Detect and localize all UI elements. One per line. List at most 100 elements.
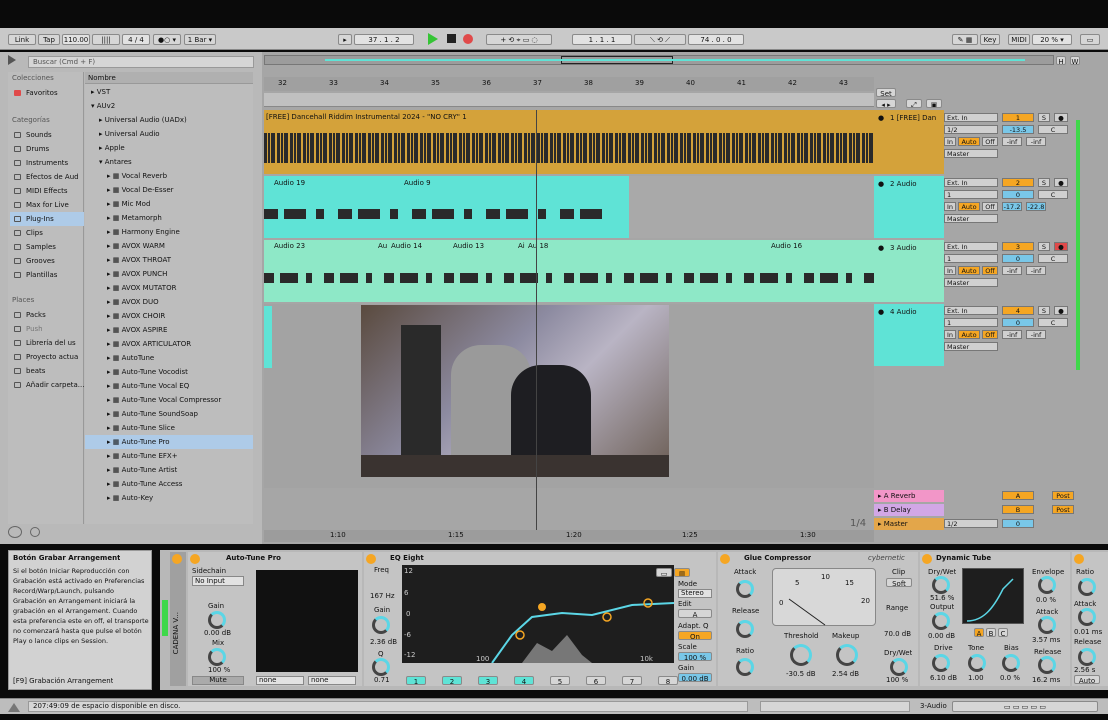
tree-item[interactable]: ▾ AUv2 [85, 99, 253, 113]
sidebar-item-max-for-live[interactable]: Max for Live [10, 198, 84, 212]
ratio-knob[interactable] [1078, 578, 1096, 596]
dry-wet-knob[interactable] [932, 576, 950, 594]
position-field[interactable]: 37 . 1 . 2 [354, 34, 414, 45]
input-type-select[interactable]: Ext. In [944, 113, 998, 122]
solo-button[interactable]: S [1038, 306, 1050, 315]
eq-display[interactable]: 12 6 0 -6 -12 100 1k 10k [402, 565, 674, 663]
ratio-knob[interactable] [736, 658, 754, 676]
eq-analyzer-toggle[interactable]: ▥ [674, 568, 690, 577]
sidebar-item-drums[interactable]: Drums [10, 142, 84, 156]
track-3-lane[interactable]: Audio 23 Au Audio 14 Audio 13 Ai Au 18 A… [264, 240, 874, 302]
post-button[interactable]: Post [1052, 505, 1074, 514]
audio-clip[interactable] [264, 306, 272, 368]
tap-button[interactable]: Tap [38, 34, 60, 45]
tree-item[interactable]: ▾ Antares [85, 155, 253, 169]
eq-display-toggle[interactable]: ▭ [656, 568, 672, 577]
sidebar-item-user-library[interactable]: Librería del us [10, 336, 84, 350]
pan-field[interactable]: C [1038, 190, 1068, 199]
plugin-item[interactable]: ▸ ▦ AVOX THROAT [85, 253, 253, 267]
sidebar-item-audio-effects[interactable]: Efectos de Aud [10, 170, 84, 184]
monitor-auto-button[interactable]: Auto [958, 202, 980, 211]
sidechain-input-select[interactable]: No Input [192, 576, 244, 586]
mode-select[interactable]: Stereo [678, 589, 712, 598]
time-ruler[interactable]: 1:10 1:15 1:20 1:25 1:30 [264, 530, 874, 542]
sidebar-item-samples[interactable]: Samples [10, 240, 84, 254]
tempo-field[interactable]: 110.00 [62, 34, 90, 45]
sidebar-item-midi-effects[interactable]: MIDI Effects [10, 184, 84, 198]
track-2-lane[interactable]: Audio 19 Audio 9 [264, 176, 874, 238]
metronome-button[interactable]: ●○ ▾ [153, 34, 181, 45]
solo-button[interactable]: S [1038, 113, 1050, 122]
auto-button[interactable]: Auto [1074, 675, 1100, 684]
device-activator[interactable] [720, 554, 730, 564]
drive-knob[interactable] [932, 654, 950, 672]
plugin-item[interactable]: ▸ ▦ Vocal De-Esser [85, 183, 253, 197]
input-channel-select[interactable]: 1 [944, 254, 998, 263]
monitor-in-button[interactable]: In [944, 266, 956, 275]
tube-c-button[interactable]: C [998, 628, 1008, 637]
plugin-item[interactable]: ▸ ▦ Vocal Reverb [85, 169, 253, 183]
track-1-lane[interactable]: [FREE] Dancehall Riddim Instrumental 202… [264, 110, 874, 174]
monitor-auto-button[interactable]: Auto [958, 137, 980, 146]
draw-mode-icon[interactable]: ✎ ▦ [952, 34, 978, 45]
track-activator[interactable]: 4 [1002, 306, 1034, 315]
plugin-item[interactable]: ▸ ▦ Metamorph [85, 211, 253, 225]
band-toggle[interactable]: 6 [586, 676, 606, 685]
time-signature-field[interactable]: 4 / 4 [122, 34, 150, 45]
tree-item[interactable]: ▸ Apple [85, 141, 253, 155]
plugin-item[interactable]: ▸ ▦ Auto-Tune Slice [85, 421, 253, 435]
band-toggle[interactable]: 2 [442, 676, 462, 685]
solo-button[interactable]: S [1038, 242, 1050, 251]
pan-field[interactable]: C [1038, 125, 1068, 134]
band-toggle[interactable]: 4 [514, 676, 534, 685]
output-select[interactable]: Master [944, 342, 998, 351]
plugin-item[interactable]: ▸ ▦ Mic Mod [85, 197, 253, 211]
edit-a-button[interactable]: A [678, 609, 712, 618]
sidebar-item-sounds[interactable]: Sounds [10, 128, 84, 142]
band-toggle[interactable]: 1 [406, 676, 426, 685]
tone-knob[interactable] [968, 654, 986, 672]
tube-a-button[interactable]: A [974, 628, 984, 637]
post-button[interactable]: Post [1052, 491, 1074, 500]
plugin-item[interactable]: ▸ ▦ AVOX CHOIR [85, 309, 253, 323]
locator-nav-buttons[interactable]: ◂ ▸ [876, 99, 896, 108]
plugin-item[interactable]: ▸ ▦ AVOX WARM [85, 239, 253, 253]
monitor-off-button[interactable]: Off [982, 330, 998, 339]
output-select[interactable]: Master [944, 149, 998, 158]
master-track[interactable]: ▸ Master [874, 518, 944, 530]
output-select[interactable]: Master [944, 278, 998, 287]
sidebar-item-instruments[interactable]: Instruments [10, 156, 84, 170]
scale-field[interactable]: 100 % [678, 652, 712, 661]
track-header[interactable]: ● 1 [FREE] Dan [874, 110, 944, 174]
monitor-auto-button[interactable]: Auto [958, 266, 980, 275]
monitor-off-button[interactable]: Off [982, 266, 998, 275]
band-toggle[interactable]: 3 [478, 676, 498, 685]
band-toggle[interactable]: 5 [550, 676, 570, 685]
release-knob[interactable] [1078, 648, 1096, 666]
monitor-off-button[interactable]: Off [982, 202, 998, 211]
expand-icon[interactable] [8, 702, 20, 712]
plugin-item-selected[interactable]: ▸ ▦ Auto-Tune Pro [85, 435, 253, 449]
track-activator[interactable]: 2 [1002, 178, 1034, 187]
arm-button[interactable]: ● [1054, 113, 1068, 122]
mute-button[interactable]: Mute [192, 676, 244, 685]
solo-button[interactable]: S [1038, 178, 1050, 187]
pan-field[interactable]: C [1038, 318, 1068, 327]
bias-knob[interactable] [1002, 654, 1020, 672]
key-map-button[interactable]: Key [980, 34, 1000, 45]
param-select[interactable]: none [256, 676, 304, 685]
view-switch-icons[interactable]: ▭ ▭ ▭ ▭ ▭ [952, 701, 1098, 712]
return-activator[interactable]: B [1002, 505, 1034, 514]
envelope-knob[interactable] [1038, 576, 1056, 594]
arm-button[interactable]: ● [1054, 178, 1068, 187]
plugin-item[interactable]: ▸ ▦ Auto-Tune Vocodist [85, 365, 253, 379]
gain-knob[interactable] [372, 616, 390, 634]
plugin-item[interactable]: ▸ ▦ AVOX DUO [85, 295, 253, 309]
automation-buttons[interactable]: + ⟲ ⌖ ▭ ◌ [486, 34, 552, 45]
search-input[interactable]: Buscar (Cmd + F) [28, 56, 254, 68]
release-knob[interactable] [1038, 656, 1056, 674]
plugin-item[interactable]: ▸ ▦ AVOX MUTATOR [85, 281, 253, 295]
threshold-knob[interactable] [790, 644, 812, 666]
sidebar-item-templates[interactable]: Plantillas [10, 268, 84, 282]
return-track-b[interactable]: ▸ B Delay [874, 504, 944, 516]
